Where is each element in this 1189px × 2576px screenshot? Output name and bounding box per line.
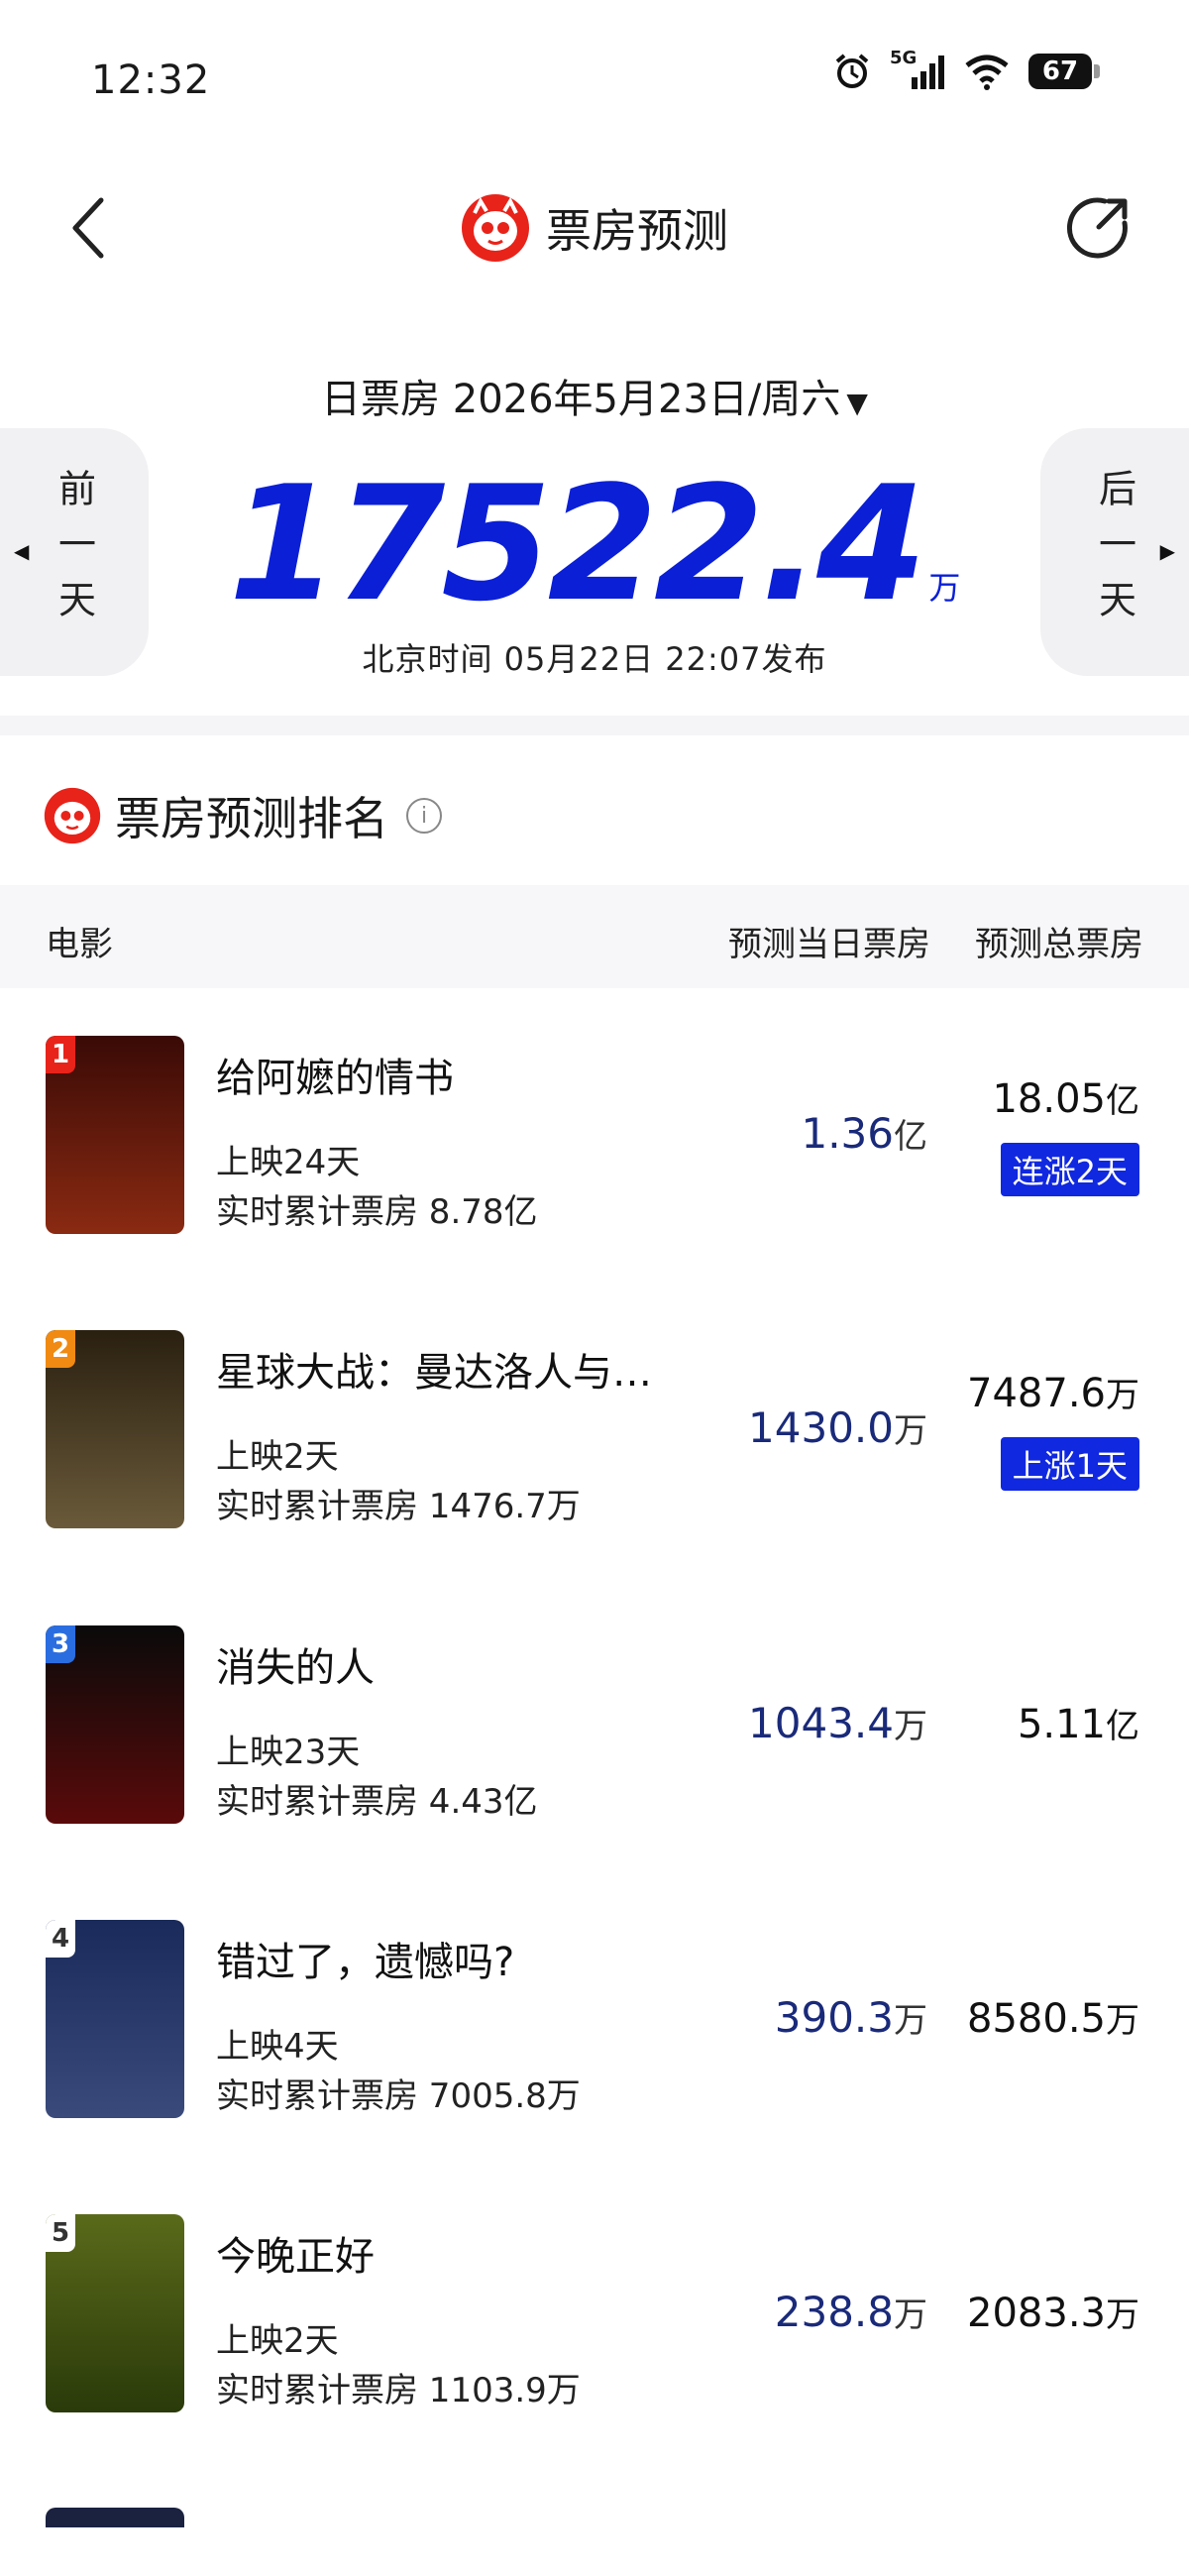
- cumulative-box-office: 实时累计票房 1103.9万: [216, 2371, 581, 2410]
- table-header: 电影 预测当日票房 预测总票房: [0, 885, 1189, 988]
- rank-badge: 5: [46, 2214, 75, 2252]
- wifi-icon: [965, 55, 1009, 90]
- predicted-total-box-office: 7487.6万: [967, 1371, 1139, 1416]
- share-icon: [1066, 197, 1128, 259]
- rank-badge: 2: [46, 1330, 75, 1368]
- trend-badge: 连涨2天: [1000, 1143, 1139, 1196]
- status-time: 12:32: [91, 57, 211, 103]
- predicted-total-box-office: 2083.3万: [967, 2291, 1139, 2336]
- cumulative-box-office: 实时累计票房 4.43亿: [216, 1782, 538, 1822]
- total-box-office: 17522.4 万: [0, 451, 1189, 636]
- trend-badge: 上涨1天: [1000, 1437, 1139, 1491]
- status-bar: 12:32 5G 67: [0, 0, 1189, 159]
- cat-logo-icon: [462, 194, 529, 262]
- movie-name: 错过了，遗憾吗?: [216, 1940, 515, 1985]
- battery-icon: 67: [1028, 54, 1100, 89]
- ranking-title: 票房预测排名: [115, 792, 388, 845]
- movie-name: 给阿嬷的情书: [216, 1056, 454, 1101]
- predicted-total-box-office: 8580.5万: [967, 1996, 1139, 2042]
- date-label: 日票房 2026年5月23日/周六: [321, 377, 841, 422]
- prev-day-button[interactable]: ◀ 前一天: [0, 428, 149, 676]
- cat-logo-icon: [44, 787, 101, 844]
- next-day-button[interactable]: 后一天 ▶: [1040, 428, 1189, 676]
- release-days: 上映24天: [216, 1143, 361, 1182]
- nav-title: 票房预测: [0, 188, 1189, 268]
- column-day-box-office: 预测当日票房: [728, 925, 930, 964]
- movie-poster: 3: [46, 1625, 184, 1824]
- release-days: 上映23天: [216, 1733, 361, 1772]
- status-icons: 5G 67: [832, 48, 1100, 91]
- total-unit: 万: [928, 569, 961, 607]
- caret-left-icon: ◀: [14, 539, 30, 563]
- predicted-day-box-office: 1043.4万: [748, 1699, 927, 1747]
- caret-right-icon: ▶: [1159, 539, 1175, 563]
- predicted-day-box-office: 1.36亿: [801, 1109, 927, 1158]
- alarm-icon: [835, 54, 869, 88]
- movie-row[interactable]: 5 今晚正好 上映2天 实时累计票房 1103.9万 238.8万 2083.3…: [0, 2214, 1189, 2432]
- rank-badge: 3: [46, 1625, 75, 1663]
- predicted-total-box-office: 5.11亿: [1017, 1702, 1139, 1747]
- box-office-summary: 日票房 2026年5月23日/周六 ▼ 17522.4 万 北京时间 05月22日 …: [0, 337, 1189, 694]
- column-movie: 电影: [46, 925, 113, 964]
- battery-level: 67: [1028, 54, 1092, 89]
- info-icon[interactable]: i: [406, 798, 442, 834]
- movie-row[interactable]: 4 错过了，遗憾吗? 上映4天 实时累计票房 7005.8万 390.3万 85…: [0, 1920, 1189, 2138]
- movie-name: 今晚正好: [216, 2234, 375, 2280]
- rank-badge: 4: [46, 1920, 75, 1958]
- total-value: 17522.4: [228, 451, 927, 636]
- share-button[interactable]: [1056, 186, 1139, 270]
- predicted-total-box-office: 18.05亿: [992, 1076, 1139, 1122]
- signal-icon: 5G: [890, 48, 945, 91]
- predicted-day-box-office: 1430.0万: [748, 1403, 927, 1452]
- next-day-label: 后一天: [1092, 469, 1136, 635]
- cumulative-box-office: 实时累计票房 8.78亿: [216, 1192, 538, 1232]
- prev-day-label: 前一天: [52, 469, 96, 635]
- movie-row[interactable]: 2 星球大战：曼达洛人与… 上映2天 实时累计票房 1476.7万 1430.0…: [0, 1330, 1189, 1548]
- release-days: 上映4天: [216, 2027, 339, 2067]
- rank-badge: 1: [46, 1036, 75, 1073]
- movie-poster: 1: [46, 1036, 184, 1234]
- caret-down-icon: ▼: [846, 387, 868, 419]
- movie-poster-partial: [46, 2508, 184, 2527]
- movie-row[interactable]: 3 消失的人 上映23天 实时累计票房 4.43亿 1043.4万 5.11亿: [0, 1625, 1189, 1844]
- system-nav-bar: [0, 2546, 1189, 2576]
- page-title: 票房预测: [546, 204, 728, 258]
- movie-row[interactable]: 1 给阿嬷的情书 上映24天 实时累计票房 8.78亿 1.36亿 18.05亿…: [0, 1036, 1189, 1254]
- predicted-day-box-office: 390.3万: [774, 1993, 927, 2042]
- section-divider: [0, 716, 1189, 735]
- predicted-day-box-office: 238.8万: [774, 2288, 927, 2336]
- cumulative-box-office: 实时累计票房 1476.7万: [216, 1487, 581, 1526]
- movie-poster: 5: [46, 2214, 184, 2412]
- movie-poster: 4: [46, 1920, 184, 2118]
- ranking-header: 票房预测排名 i: [44, 783, 442, 848]
- release-days: 上映2天: [216, 2321, 339, 2361]
- movie-name: 消失的人: [216, 1645, 375, 1691]
- column-total-box-office: 预测总票房: [975, 925, 1143, 964]
- movie-poster: 2: [46, 1330, 184, 1528]
- cumulative-box-office: 实时累计票房 7005.8万: [216, 2076, 581, 2116]
- nav-bar: 票房预测: [0, 159, 1189, 297]
- publish-time: 北京时间 05月22日 22:07发布: [362, 640, 827, 678]
- date-selector[interactable]: 日票房 2026年5月23日/周六 ▼: [0, 367, 1189, 424]
- movie-name: 星球大战：曼达洛人与…: [216, 1350, 652, 1396]
- release-days: 上映2天: [216, 1437, 339, 1477]
